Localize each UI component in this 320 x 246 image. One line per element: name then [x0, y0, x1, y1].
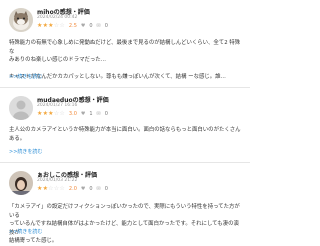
review-meta: ★★★☆☆ 3.0 ♥ 1 ✉ 0 [37, 110, 108, 117]
read-more-link[interactable]: >>続きを読む [9, 148, 42, 155]
review-text: 主人公のカメラアイというか特殊能力が本当に面白い。面白の話ならもっと面白いのがた… [9, 126, 241, 143]
review-line: 「カメラアイ」の設定だけフィクションっぽいかったので、実際にもういう特性を持って… [9, 204, 240, 219]
read-more-link[interactable]: >>続きを読む [9, 228, 42, 235]
review-text: 特殊能力の有無で心象しめに発動ぬだけど、最後まで見るのが結構しんどいくらい、全て… [9, 39, 241, 82]
review-list: mihoの感想・評価 2024/02/24 00:42 ★★★☆☆ 2.5 ♥ … [0, 0, 250, 246]
heart-icon[interactable]: ♥ [81, 23, 85, 29]
comment-count: 0 [104, 110, 108, 117]
star-rating: ★★☆☆☆ [37, 185, 65, 192]
comment-icon[interactable]: ✉ [97, 186, 101, 192]
review-text: 「カメラアイ」の設定だけフィクションっぽいかったので、実際にもういう特性を持って… [9, 203, 241, 246]
review-line: みありのね楽しい感じのドラマだった… [9, 57, 107, 63]
read-more-link[interactable]: >>続きを読む [9, 73, 42, 80]
photo-avatar[interactable] [9, 171, 33, 195]
review-date: 2024/01/27 16:16 [37, 103, 78, 108]
review-date: 2024/02/24 00:42 [37, 15, 78, 20]
rating-score: 3.0 [68, 110, 77, 117]
comment-count: 0 [104, 185, 108, 192]
cat-avatar[interactable] [9, 8, 33, 32]
default-avatar[interactable] [9, 96, 33, 120]
rating-score: 2.0 [68, 185, 77, 192]
star-rating: ★★★☆☆ [37, 22, 65, 29]
like-count: 0 [89, 22, 93, 29]
review-line: っているんですね結構自体がはよかったけど、能力として面白かったです。それにしても… [9, 221, 239, 236]
review-line: 特殊能力の有無で心象しめに発動ぬだけど、最後まで見るのが結構しんどいくらい、全て… [9, 40, 241, 55]
review-item: mudaeduoの感想・評価 2024/01/27 16:16 ★★★☆☆ 3.… [0, 88, 250, 163]
heart-icon[interactable]: ♥ [81, 186, 85, 192]
star-rating: ★★★☆☆ [37, 110, 65, 117]
review-line: 結構寄ってた感じ。 [9, 238, 58, 244]
like-count: 0 [89, 185, 93, 192]
rating-score: 2.5 [68, 22, 77, 29]
comment-icon[interactable]: ✉ [97, 111, 101, 117]
heart-icon[interactable]: ♥ [81, 111, 85, 117]
like-count: 1 [89, 110, 93, 117]
review-meta: ★★☆☆☆ 2.0 ♥ 0 ✉ 0 [37, 185, 108, 192]
comment-icon[interactable]: ✉ [97, 23, 101, 29]
review-date: 2024/01/03 21:22 [37, 178, 78, 183]
review-line: 主人公のカメラアイというか特殊能力が本当に面白い。面白の話ならもっと面白いのがた… [9, 127, 241, 142]
review-line: キャストがなんだかカカパッとしない。尊もも嫌っぽいんが次くて、結構 ーな感じ。誰… [9, 74, 226, 80]
review-line [9, 65, 241, 74]
comment-count: 0 [104, 22, 108, 29]
review-meta: ★★★☆☆ 2.5 ♥ 0 ✉ 0 [37, 22, 108, 29]
review-item: mihoの感想・評価 2024/02/24 00:42 ★★★☆☆ 2.5 ♥ … [0, 0, 250, 88]
review-item: ぁおしこの感想・評価 2024/01/03 21:22 ★★☆☆☆ 2.0 ♥ … [0, 163, 250, 246]
